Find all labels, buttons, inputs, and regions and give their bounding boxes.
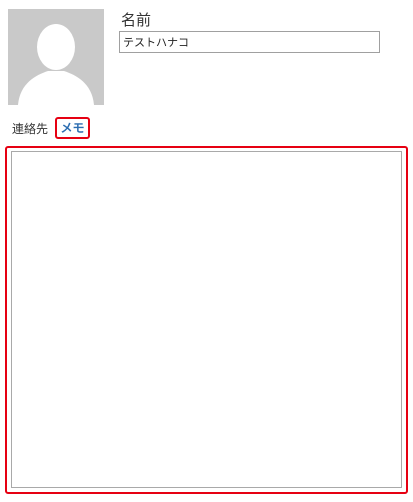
tab-memo[interactable]: メモ [55,117,90,139]
person-silhouette-icon [8,9,104,105]
tab-contacts[interactable]: 連絡先 [12,121,48,137]
name-input[interactable] [119,31,380,53]
name-label: 名前 [121,11,152,29]
memo-textarea[interactable] [11,151,402,488]
contact-avatar[interactable] [8,9,104,105]
